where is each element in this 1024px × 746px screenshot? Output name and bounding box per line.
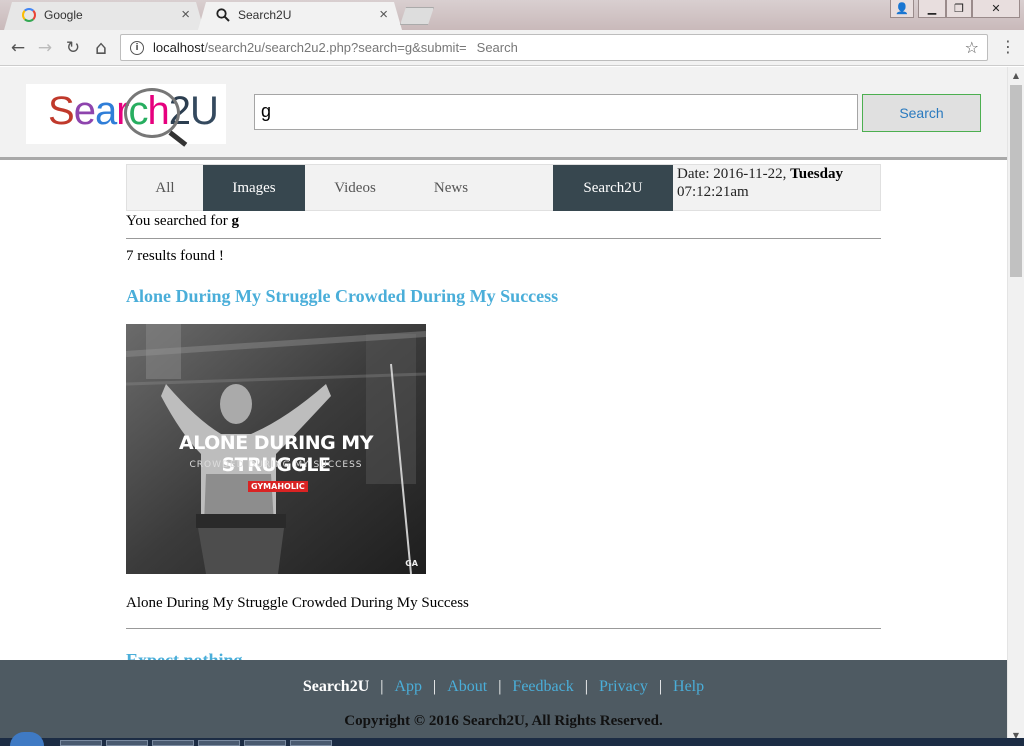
tab-close-icon[interactable]: × (181, 7, 190, 22)
footer-link-help[interactable]: Help (673, 678, 704, 695)
tab-title: Google (44, 8, 83, 22)
footer-separator: | (584, 678, 588, 695)
info-icon[interactable]: i (130, 40, 144, 55)
image-corner-mark: GA (405, 559, 418, 568)
date-display: Date: 2016-11-22, Tuesday 07:12:21am (677, 165, 843, 201)
taskbar-item[interactable] (244, 740, 286, 746)
result-title-link[interactable]: Alone During My Struggle Crowded During … (126, 286, 558, 307)
scrollbar-thumb[interactable] (1010, 85, 1022, 277)
reload-button[interactable]: ↻ (61, 36, 85, 60)
home-button[interactable]: ⌂ (89, 36, 113, 60)
window-close-button[interactable]: ✕ (972, 0, 1020, 18)
google-g-icon (22, 8, 36, 22)
browser-tabstrip: Google × Search2U × 👤 ▁ ❐ ✕ (0, 0, 1024, 30)
divider (126, 628, 881, 629)
bookmark-star-icon[interactable]: ☆ (965, 38, 979, 57)
back-button[interactable]: ← (6, 36, 30, 60)
taskbar-item[interactable] (290, 740, 332, 746)
tab-search2u[interactable]: Search2U × (198, 2, 402, 30)
day-label: Tuesday (790, 166, 843, 182)
site-header: Search2U g Search (0, 67, 1007, 160)
nav-all[interactable]: All (127, 165, 203, 211)
address-bar[interactable]: i localhost/search2u/search2u2.php?searc… (120, 34, 988, 61)
footer-separator: | (658, 678, 663, 695)
nav-videos[interactable]: Videos (305, 165, 405, 211)
footer-link-about[interactable]: About (447, 678, 487, 695)
divider (126, 238, 881, 239)
os-taskbar (0, 732, 1024, 746)
tab-close-icon[interactable]: × (379, 7, 388, 22)
browser-toolbar: ← → ↻ ⌂ i localhost/search2u/search2u2.p… (0, 30, 1024, 66)
nav-news[interactable]: News (405, 165, 497, 211)
searched-query: g (231, 213, 240, 229)
footer-separator: | (380, 678, 384, 695)
taskbar-item[interactable] (106, 740, 148, 746)
footer-separator: | (433, 678, 437, 695)
browser-menu-icon[interactable]: ⋮ (1000, 38, 1016, 58)
minimize-button[interactable]: ▁ (918, 0, 946, 18)
copyright-text: Copyright © 2016 Search2U, All Rights Re… (344, 713, 663, 729)
nav-search2u[interactable]: Search2U (553, 165, 673, 211)
searched-for-line: You searched for g (126, 213, 239, 230)
image-caption-sub: CROWDED DURING MY SUCCESS (189, 460, 363, 470)
footer-link-feedback[interactable]: Feedback (512, 678, 573, 695)
time-label: 07:12:21am (677, 184, 749, 200)
site-footer: Search2U | App | About | Feedback | Privacy | Help… (0, 660, 1007, 743)
url-host: localhost (153, 40, 205, 55)
taskbar-item[interactable] (198, 740, 240, 746)
restore-button[interactable]: ❐ (946, 0, 972, 18)
footer-link-app[interactable]: App (394, 678, 422, 695)
result-image[interactable]: ALONE DURING MY STRUGGLE CROWDED DURING … (126, 324, 426, 574)
footer-links: Search2U | App | About | Feedback | Privacy | Help (0, 678, 1007, 696)
user-icon[interactable]: 👤 (890, 0, 914, 18)
footer-brand: Search2U (302, 678, 370, 695)
url-search-suffix: Search (476, 40, 518, 55)
result-count: 7 results found ! (126, 248, 224, 264)
page-viewport: Search2U g Search All Images Videos News… (0, 67, 1007, 743)
forward-button[interactable]: → (33, 36, 57, 60)
taskbar-item[interactable] (60, 740, 102, 746)
tab-title: Search2U (238, 8, 292, 22)
scroll-up-icon[interactable]: ▲ (1008, 67, 1024, 83)
new-tab-button[interactable] (400, 7, 434, 25)
image-badge: GYMAHOLIC (248, 481, 308, 492)
search2u-logo[interactable]: Search2U (26, 84, 226, 147)
result-description: Alone During My Struggle Crowded During … (126, 595, 469, 611)
search-icon (216, 8, 230, 22)
taskbar-item[interactable] (152, 740, 194, 746)
page-scrollbar[interactable]: ▲ ▼ (1007, 67, 1024, 743)
footer-separator: | (498, 678, 502, 695)
search-input[interactable]: g (254, 94, 858, 130)
footer-link-privacy[interactable]: Privacy (599, 678, 648, 695)
category-navbar: All Images Videos News Search2U Date: 20… (126, 164, 881, 211)
nav-images[interactable]: Images (203, 165, 305, 211)
searched-prefix: You searched for (126, 213, 228, 229)
tab-google[interactable]: Google × (4, 2, 204, 30)
search-button[interactable]: Search (862, 94, 981, 132)
url-path: /search2u/search2u2.php?search=g&submit= (204, 40, 467, 55)
date-label: Date: 2016-11-22, (677, 166, 787, 182)
